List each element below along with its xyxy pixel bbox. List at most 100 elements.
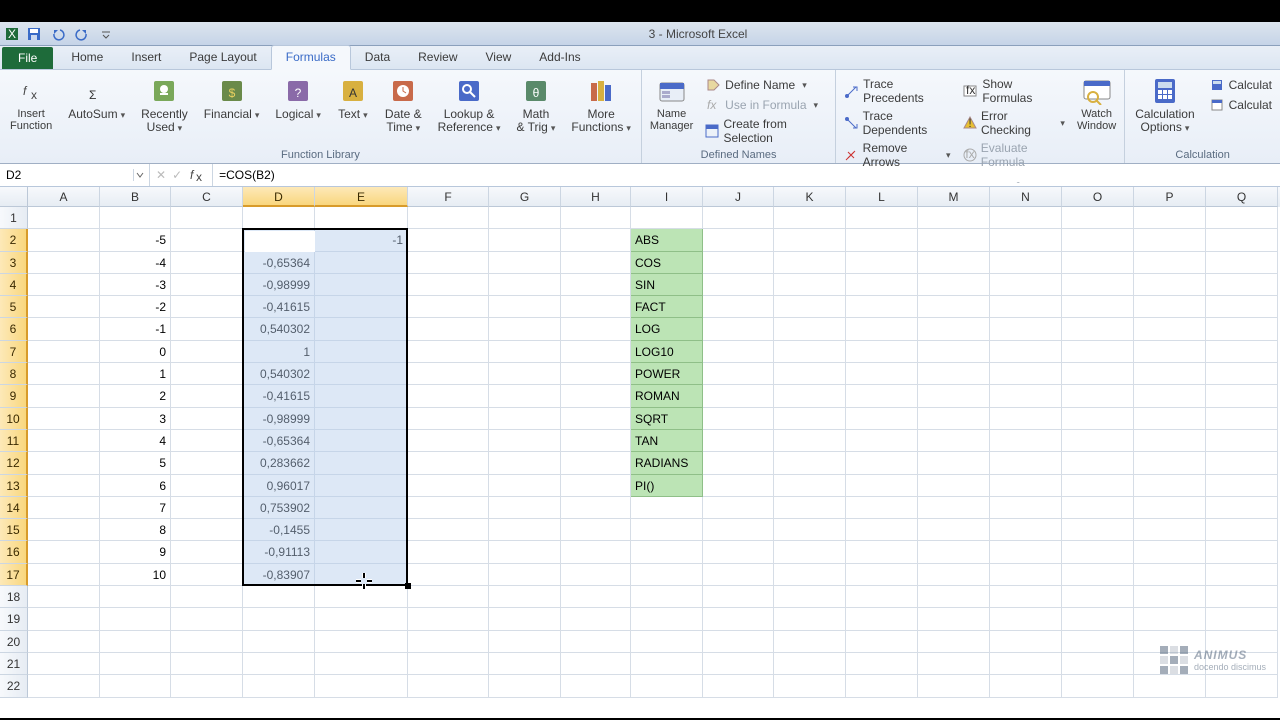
- column-header[interactable]: E: [315, 187, 408, 207]
- cell[interactable]: [28, 318, 100, 340]
- column-header[interactable]: N: [990, 187, 1062, 207]
- cell[interactable]: [489, 497, 561, 519]
- cell[interactable]: [918, 296, 990, 318]
- row-header[interactable]: 20: [0, 631, 28, 653]
- row-header[interactable]: 11: [0, 430, 28, 452]
- cell[interactable]: [315, 252, 408, 274]
- cell[interactable]: [28, 475, 100, 497]
- cell[interactable]: [1134, 519, 1206, 541]
- cell[interactable]: [489, 541, 561, 563]
- column-header[interactable]: D: [243, 187, 315, 207]
- enter-formula-icon[interactable]: ✓: [172, 168, 182, 182]
- cell[interactable]: [561, 564, 631, 586]
- cell[interactable]: [774, 207, 846, 229]
- cell[interactable]: [489, 408, 561, 430]
- cell[interactable]: [631, 564, 703, 586]
- cell[interactable]: [1206, 385, 1278, 407]
- column-header[interactable]: L: [846, 187, 918, 207]
- cell[interactable]: [408, 586, 489, 608]
- cell[interactable]: [1062, 408, 1134, 430]
- cell[interactable]: [1062, 341, 1134, 363]
- row-header[interactable]: 2: [0, 229, 28, 251]
- cell[interactable]: [28, 541, 100, 563]
- cell[interactable]: [28, 296, 100, 318]
- cell[interactable]: [171, 475, 243, 497]
- cell[interactable]: [1062, 675, 1134, 697]
- cell[interactable]: [489, 430, 561, 452]
- column-header[interactable]: O: [1062, 187, 1134, 207]
- cell[interactable]: [631, 541, 703, 563]
- cell[interactable]: [315, 475, 408, 497]
- cell[interactable]: [315, 541, 408, 563]
- tab-page-layout[interactable]: Page Layout: [175, 46, 270, 69]
- row-header[interactable]: 5: [0, 296, 28, 318]
- row-header[interactable]: 16: [0, 541, 28, 563]
- cell[interactable]: [489, 318, 561, 340]
- formula-input[interactable]: [219, 168, 1274, 182]
- cell[interactable]: [408, 475, 489, 497]
- cell[interactable]: 6: [100, 475, 171, 497]
- cell[interactable]: [703, 497, 774, 519]
- cell[interactable]: [489, 564, 561, 586]
- cell[interactable]: [171, 675, 243, 697]
- row-header[interactable]: 6: [0, 318, 28, 340]
- cell[interactable]: [1062, 631, 1134, 653]
- cell[interactable]: [1134, 318, 1206, 340]
- cell[interactable]: 0,283662: [243, 229, 315, 251]
- row-header[interactable]: 15: [0, 519, 28, 541]
- cell[interactable]: [489, 363, 561, 385]
- cell[interactable]: [243, 608, 315, 630]
- cell[interactable]: -1: [100, 318, 171, 340]
- cell[interactable]: [315, 564, 408, 586]
- cell[interactable]: -0,65364: [243, 430, 315, 452]
- cell[interactable]: [918, 252, 990, 274]
- row-header[interactable]: 7: [0, 341, 28, 363]
- cell[interactable]: [703, 452, 774, 474]
- cell[interactable]: [28, 452, 100, 474]
- error-checking-button[interactable]: !Error Checking▾: [958, 108, 1068, 138]
- cell[interactable]: [561, 385, 631, 407]
- cell[interactable]: [408, 452, 489, 474]
- cell[interactable]: [774, 452, 846, 474]
- cell[interactable]: [918, 430, 990, 452]
- cell[interactable]: [1206, 608, 1278, 630]
- cell[interactable]: [561, 653, 631, 675]
- cell[interactable]: [1062, 207, 1134, 229]
- cell[interactable]: [990, 341, 1062, 363]
- cell[interactable]: [489, 653, 561, 675]
- cell[interactable]: [28, 363, 100, 385]
- cell[interactable]: [100, 653, 171, 675]
- cell[interactable]: [703, 408, 774, 430]
- cell[interactable]: [28, 653, 100, 675]
- cell[interactable]: [100, 631, 171, 653]
- cell[interactable]: [990, 363, 1062, 385]
- cell[interactable]: [1134, 452, 1206, 474]
- more-functions-button[interactable]: More Functions▾: [565, 72, 637, 137]
- cell[interactable]: [1134, 586, 1206, 608]
- cell[interactable]: [1062, 475, 1134, 497]
- row-header[interactable]: 10: [0, 408, 28, 430]
- cell[interactable]: 5: [100, 452, 171, 474]
- cell[interactable]: [408, 497, 489, 519]
- cell[interactable]: [918, 229, 990, 251]
- cell[interactable]: [561, 608, 631, 630]
- row-header[interactable]: 14: [0, 497, 28, 519]
- cell[interactable]: [774, 408, 846, 430]
- column-header[interactable]: J: [703, 187, 774, 207]
- cell[interactable]: [28, 519, 100, 541]
- cell[interactable]: [408, 318, 489, 340]
- cell[interactable]: [918, 653, 990, 675]
- cell[interactable]: [561, 252, 631, 274]
- column-header[interactable]: C: [171, 187, 243, 207]
- cell[interactable]: [489, 296, 561, 318]
- cell[interactable]: [918, 564, 990, 586]
- cell[interactable]: [315, 608, 408, 630]
- cell[interactable]: [1062, 229, 1134, 251]
- cell[interactable]: [846, 475, 918, 497]
- cell[interactable]: [315, 519, 408, 541]
- cell[interactable]: LOG10: [631, 341, 703, 363]
- cell[interactable]: [918, 452, 990, 474]
- cell[interactable]: [703, 363, 774, 385]
- cell[interactable]: [990, 452, 1062, 474]
- cell[interactable]: [171, 274, 243, 296]
